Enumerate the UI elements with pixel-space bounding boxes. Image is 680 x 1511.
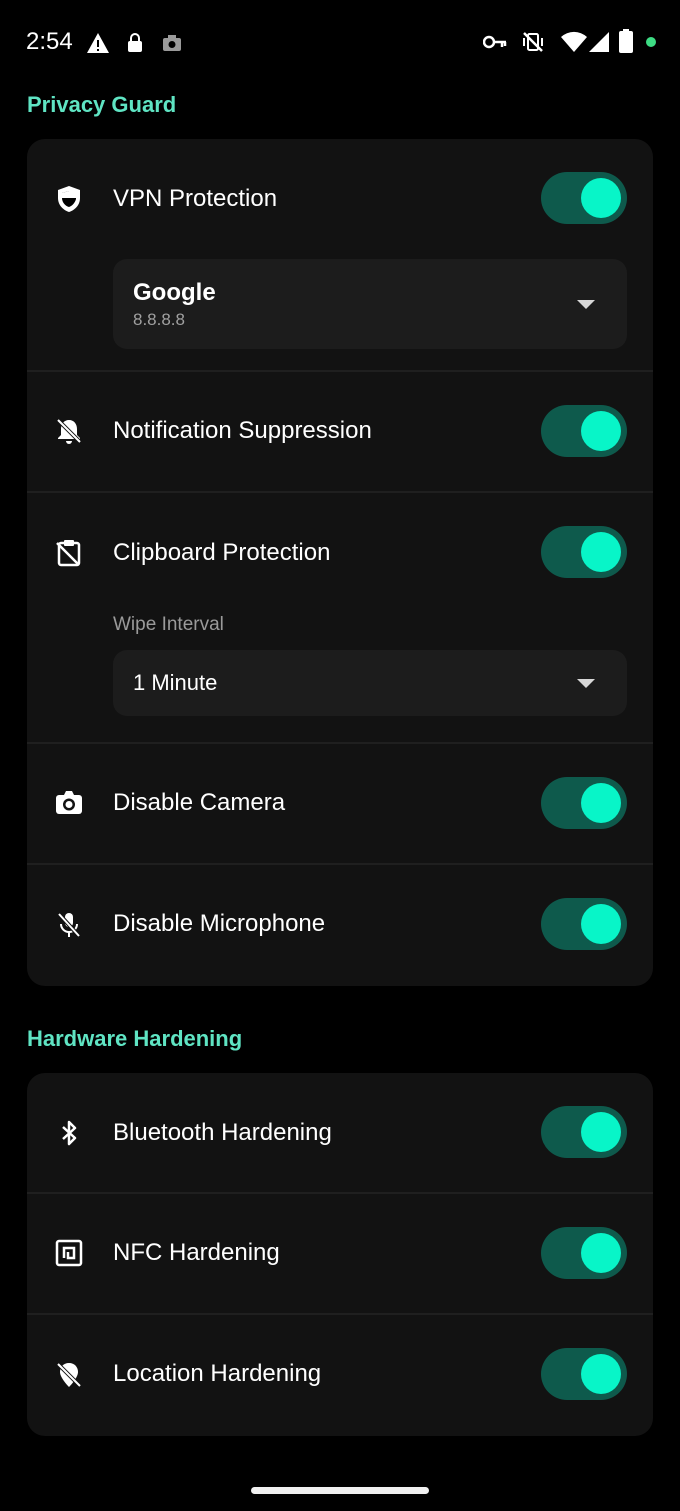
toggle-knob [581,1233,621,1273]
toggle-knob [581,1354,621,1394]
nfc-icon [55,1239,83,1267]
clipboard-row: Clipboard Protection Wipe Interval 1 Min… [27,493,653,742]
toggle-knob [581,1112,621,1152]
wipe-interval-dropdown[interactable]: 1 Minute [113,650,627,716]
camera-row: Disable Camera [27,744,653,863]
location-label: Location Hardening [113,1360,322,1387]
microphone-toggle[interactable] [541,898,627,950]
nfc-label: NFC Hardening [113,1239,280,1266]
location-row: Location Hardening [27,1315,653,1436]
vibrate-off-icon [523,32,543,52]
bluetooth-toggle[interactable] [541,1106,627,1158]
privacy-guard-title: Privacy Guard [27,92,177,117]
microphone-row: Disable Microphone [27,865,653,986]
nfc-row: NFC Hardening [27,1194,653,1313]
toggle-knob [581,783,621,823]
toggle-knob [581,532,621,572]
shield-icon [58,186,80,212]
camera-label: Disable Camera [113,789,286,816]
key-icon [483,35,507,49]
signal-icon [589,32,609,52]
bell-off-icon [56,418,82,444]
camera-toggle[interactable] [541,777,627,829]
hardware-hardening-title: Hardware Hardening [27,1026,243,1051]
toggle-knob [581,904,621,944]
privacy-guard-card: VPN Protection Google 8.8.8.8 Notificati… [27,139,653,986]
home-indicator[interactable] [251,1487,429,1494]
chevron-down-icon [577,679,595,688]
clipboard-toggle[interactable] [541,526,627,578]
bluetooth-icon [62,1120,77,1146]
wipe-interval-value: 1 Minute [133,670,218,695]
location-toggle[interactable] [541,1348,627,1400]
clipboard-off-icon [56,540,81,567]
notification-row: Notification Suppression [27,372,653,491]
vpn-toggle[interactable] [541,172,627,224]
vpn-label: VPN Protection [113,185,278,212]
notification-label: Notification Suppression [113,417,372,444]
toggle-knob [581,411,621,451]
battery-icon [619,29,633,53]
clipboard-label: Clipboard Protection [113,539,331,566]
vpn-row: VPN Protection Google 8.8.8.8 [27,139,653,370]
dns-provider-address: 8.8.8.8 [133,310,185,329]
location-off-icon [56,1362,82,1388]
microphone-label: Disable Microphone [113,910,326,937]
nfc-toggle[interactable] [541,1227,627,1279]
status-time: 2:54 [26,28,73,55]
lock-icon [128,33,142,52]
status-bar: 2:54 [0,0,680,84]
dot-icon [646,37,656,47]
bluetooth-row: Bluetooth Hardening [27,1073,653,1192]
chevron-down-icon [577,300,595,309]
mic-off-icon [57,912,81,938]
privacy-guard-title-clip: Privacy Guard [27,84,327,118]
hardware-hardening-card: Bluetooth Hardening NFC Hardening Locati… [27,1073,653,1436]
dns-provider-name: Google [133,279,216,306]
dns-provider-dropdown[interactable]: Google 8.8.8.8 [113,259,627,349]
wipe-interval-label: Wipe Interval [113,614,224,635]
camera-icon [163,35,181,51]
wifi-icon [561,31,587,52]
warning-icon [87,33,109,53]
notification-toggle[interactable] [541,405,627,457]
bluetooth-label: Bluetooth Hardening [113,1119,332,1146]
camera-icon [56,791,82,814]
toggle-knob [581,178,621,218]
